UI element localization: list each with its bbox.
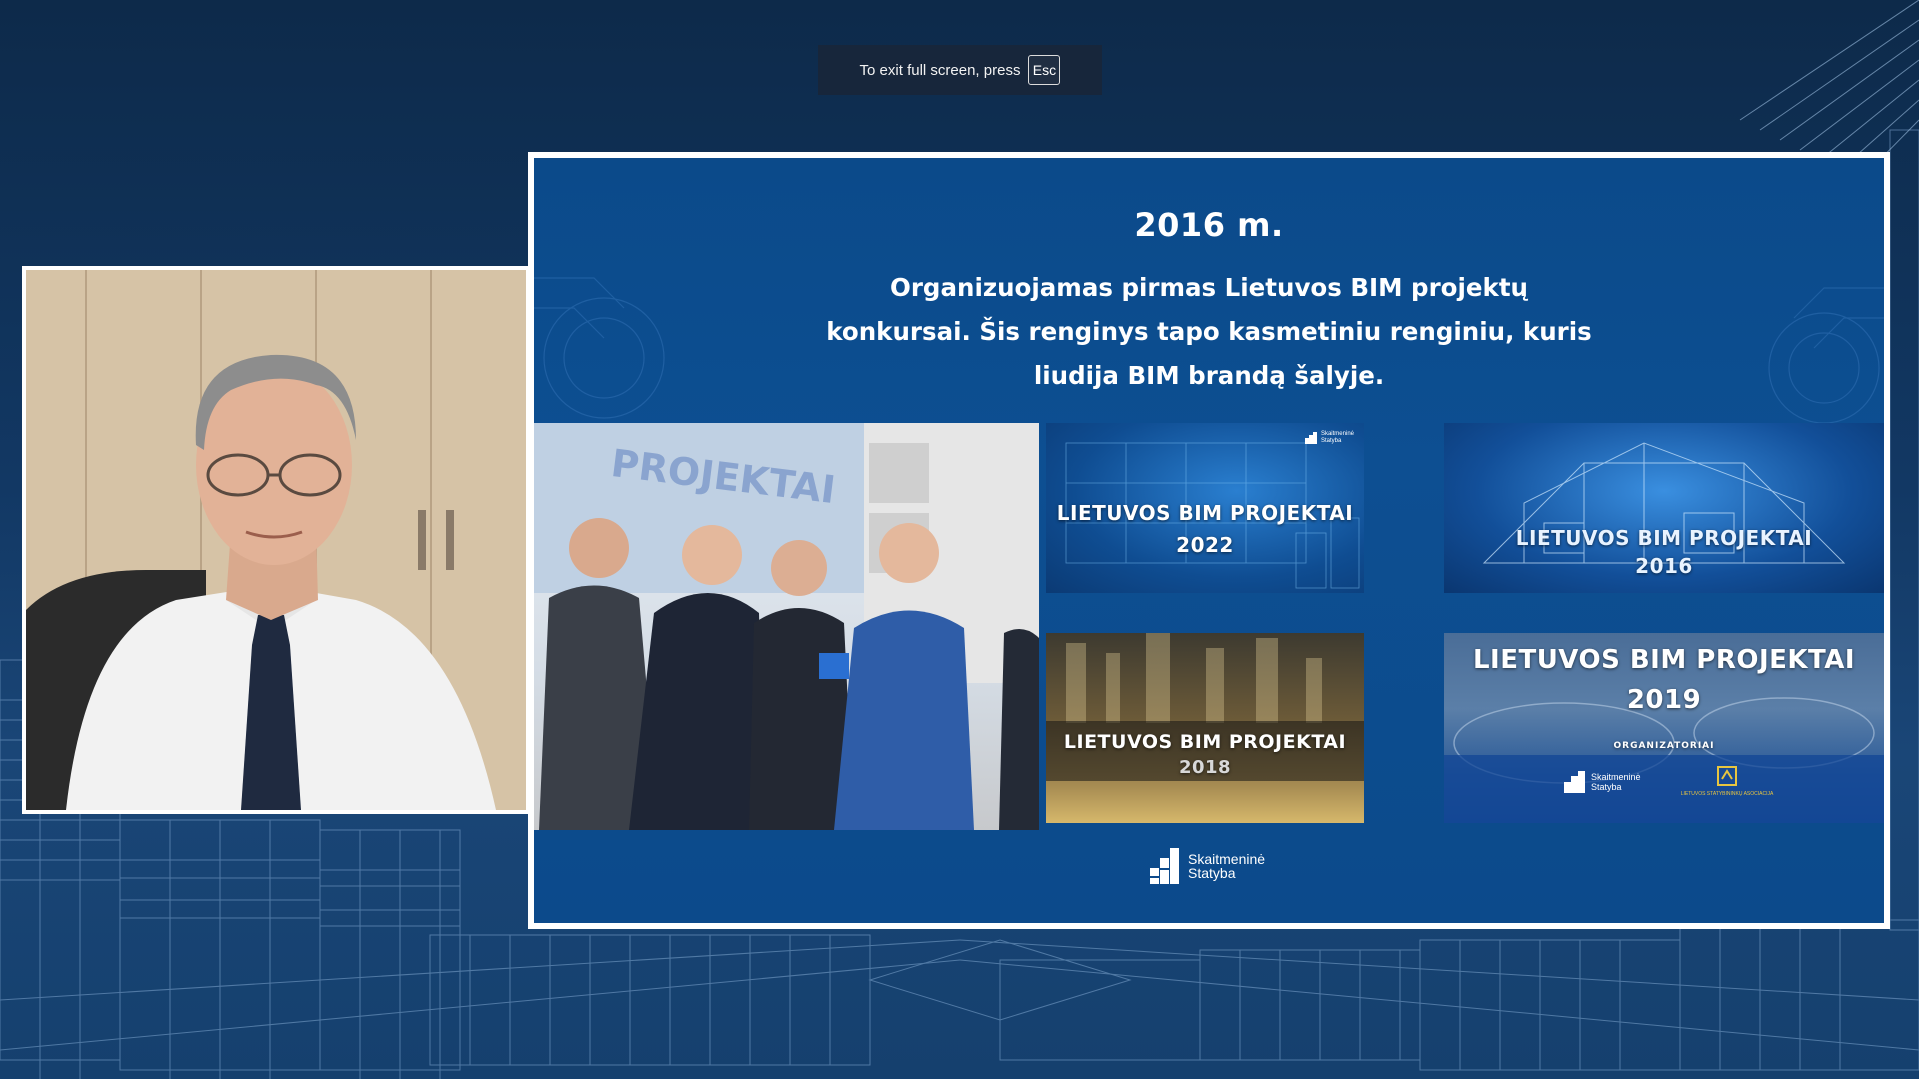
presentation-slide-frame: 2016 m. Organizuojamas pirmas Lietuvos B… <box>528 152 1890 929</box>
bim-2018-tile: LIETUVOS BIM PROJEKTAI 2018 <box>1046 633 1364 823</box>
tile-year: 2019 <box>1626 685 1702 715</box>
skaitmenine-logo-icon <box>1304 432 1317 444</box>
fullscreen-exit-toast: To exit full screen, press Esc <box>818 45 1102 95</box>
tile-logo-line2: Statyba <box>1591 782 1622 792</box>
tile-title: LIETUVOS BIM PROJEKTAI <box>1472 645 1856 675</box>
tile-subtitle: ORGANIZATORIAI <box>1613 741 1715 751</box>
esc-key-badge: Esc <box>1028 55 1061 85</box>
city-night-illustration <box>1046 633 1364 781</box>
skaitmenine-logo-icon <box>1564 771 1585 793</box>
tile-logo-line1: Skaitmeninė <box>1591 772 1641 782</box>
logo-line1: Skaitmeninė <box>1188 851 1266 867</box>
bim-2019-tile: LIETUVOS BIM PROJEKTAI 2019 ORGANIZATORI… <box>1444 633 1884 823</box>
skaitmenine-logo-icon <box>1150 848 1179 884</box>
slide-body-line: Organizuojamas pirmas Lietuvos BIM proje… <box>890 273 1528 302</box>
slide-heading-year: 2016 m. <box>1134 206 1284 244</box>
association-label: LIETUVOS STATYBININKŲ ASOCIACIJA <box>1680 791 1774 797</box>
award-ceremony-photo: PROJEKTAI <box>534 423 1039 830</box>
webcam-video-tile[interactable] <box>22 266 530 814</box>
skaitmenine-statyba-logo: Skaitmeninė Statyba <box>1150 848 1265 884</box>
tile-year: 2022 <box>1176 533 1234 557</box>
organizer-logo-association: LIETUVOS STATYBININKŲ ASOCIACIJA <box>1672 765 1782 797</box>
tile-title: LIETUVOS BIM PROJEKTAI <box>1515 526 1813 550</box>
slide-body-line: liudija BIM brandą šalyje. <box>1033 361 1385 390</box>
presentation-slide: 2016 m. Organizuojamas pirmas Lietuvos B… <box>534 158 1884 923</box>
association-logo-icon <box>1717 766 1737 786</box>
speaker-video-frame <box>26 270 526 810</box>
bim-2016-tile: LIETUVOS BIM PROJEKTAI 2016 <box>1444 423 1884 593</box>
slide-body-line: konkursai. Šis renginys tapo kasmetiniu … <box>826 317 1592 346</box>
tile-logo-line2: Statyba <box>1320 438 1342 444</box>
tile-logo-line1: Skaitmeninė <box>1320 431 1354 437</box>
slide-body-text: Organizuojamas pirmas Lietuvos BIM proje… <box>734 266 1684 398</box>
tile-skaitmenine-logo: Skaitmeninė Statyba <box>1304 431 1354 445</box>
organizer-logo-skaitmenine: Skaitmeninė Statyba <box>1564 771 1641 793</box>
tile-title: LIETUVOS BIM PROJEKTAI <box>1063 731 1347 753</box>
bim-2022-tile: Skaitmeninė Statyba LIETUVOS BIM PROJEKT… <box>1046 423 1364 593</box>
tile-year: 2016 <box>1635 554 1693 578</box>
tile-title: LIETUVOS BIM PROJEKTAI <box>1056 501 1354 525</box>
logo-line2: Statyba <box>1188 865 1236 881</box>
tile-year: 2018 <box>1178 757 1232 778</box>
fullscreen-exit-message: To exit full screen, press <box>859 61 1021 79</box>
